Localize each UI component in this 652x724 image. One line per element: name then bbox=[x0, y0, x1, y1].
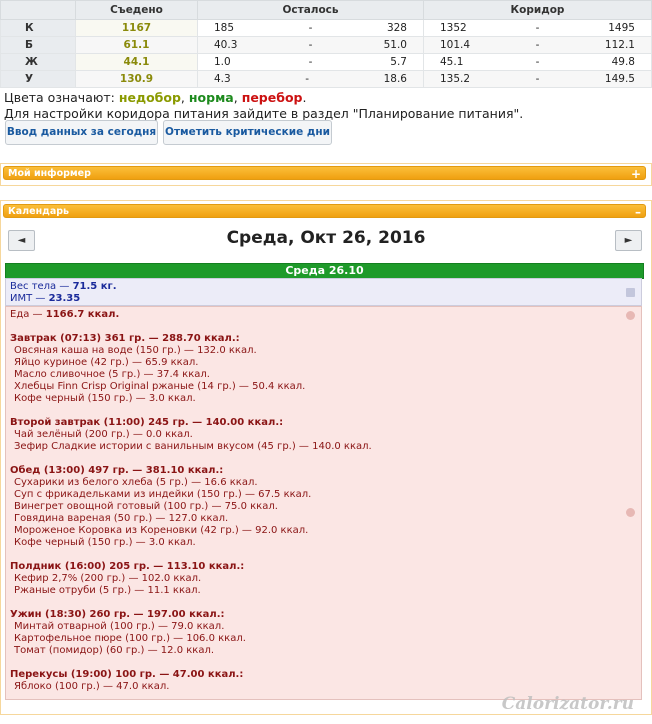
left-range: 185-328 bbox=[197, 19, 424, 37]
meal-item: Мороженое Коровка из Кореновки (42 гр.) … bbox=[14, 525, 309, 536]
weight-line: Вес тела — 71.5 кг. bbox=[10, 281, 117, 292]
row-label: Б bbox=[0, 36, 76, 54]
eaten-value: 1167 bbox=[75, 19, 198, 37]
bmi-line: ИМТ — 23.35 bbox=[10, 293, 81, 304]
meal-item: Яйцо куриное (42 гр.) — 65.9 ккал. bbox=[14, 357, 199, 368]
left-range: 1.0-5.7 bbox=[197, 53, 424, 71]
meal-title: Завтрак (07:13) 361 гр. — 288.70 ккал.: bbox=[10, 333, 240, 344]
calendar-panel-title: Календарь bbox=[8, 206, 70, 217]
food-icon[interactable] bbox=[626, 311, 635, 320]
eaten-value: 130.9 bbox=[75, 70, 198, 88]
meal-item: Картофельное пюре (100 гр.) — 106.0 ккал… bbox=[14, 633, 246, 644]
legend-line: Цвета означают: недобор, норма, перебор. bbox=[4, 90, 307, 105]
summary-header-eaten: Съедено bbox=[75, 0, 198, 20]
eaten-value: 61.1 bbox=[75, 36, 198, 54]
calendar-panel-header[interactable]: Календарь – bbox=[3, 204, 646, 219]
meal-item: Суп с фрикадельками из индейки (150 гр.)… bbox=[14, 489, 312, 500]
eaten-value: 44.1 bbox=[75, 53, 198, 71]
summary-row-u: У 130.9 4.3-18.6 135.2-149.5 bbox=[0, 70, 652, 88]
corridor-range: 45.1-49.8 bbox=[423, 53, 652, 71]
next-day-button[interactable]: ► bbox=[615, 230, 642, 251]
calendar-date-title: Среда, Окт 26, 2016 bbox=[226, 228, 426, 248]
meal-title: Полдник (16:00) 205 гр. — 113.10 ккал.: bbox=[10, 561, 245, 572]
legend-over: перебор bbox=[241, 90, 303, 105]
meal-title: Перекусы (19:00) 100 гр. — 47.00 ккал.: bbox=[10, 669, 244, 680]
weight-value: 71.5 кг. bbox=[72, 281, 117, 292]
informer-panel-title: Мой информер bbox=[8, 168, 91, 179]
summary-header-blank bbox=[0, 0, 76, 20]
left-range: 40.3-51.0 bbox=[197, 36, 424, 54]
food-icon[interactable] bbox=[626, 508, 635, 517]
meal-item: Минтай отварной (100 гр.) — 79.0 ккал. bbox=[14, 621, 225, 632]
bmi-value: 23.35 bbox=[48, 293, 81, 304]
meal-item: Томат (помидор) (60 гр.) — 12.0 ккал. bbox=[14, 645, 215, 656]
left-range: 4.3-18.6 bbox=[197, 70, 424, 88]
meal-item: Зефир Сладкие истории с ванильным вкусом… bbox=[14, 441, 372, 452]
color-legend: Цвета означают: недобор, норма, перебор.… bbox=[4, 90, 523, 122]
corridor-range: 135.2-149.5 bbox=[423, 70, 652, 88]
meal-item: Кофе черный (150 гр.) — 3.0 ккал. bbox=[14, 537, 196, 548]
meal-item: Яблоко (100 гр.) — 47.0 ккал. bbox=[14, 681, 170, 692]
day-header: Среда 26.10 bbox=[5, 263, 644, 279]
corridor-range: 1352-1495 bbox=[423, 19, 652, 37]
row-label: У bbox=[0, 70, 76, 88]
meal-title: Второй завтрак (11:00) 245 гр. — 140.00 … bbox=[10, 417, 284, 428]
meal-item: Говядина вареная (50 гр.) — 127.0 ккал. bbox=[14, 513, 229, 524]
food-total-value: 1166.7 ккал. bbox=[45, 309, 120, 320]
corridor-range: 101.4-112.1 bbox=[423, 36, 652, 54]
summary-header-corridor: Коридор bbox=[423, 0, 652, 20]
meal-item: Овсяная каша на воде (150 гр.) — 132.0 к… bbox=[14, 345, 257, 356]
legend-prefix: Цвета означают: bbox=[4, 90, 115, 105]
summary-row-k: К 1167 185-328 1352-1495 bbox=[0, 19, 652, 37]
summary-row-zh: Ж 44.1 1.0-5.7 45.1-49.8 bbox=[0, 53, 652, 71]
legend-under: недобор bbox=[118, 90, 181, 105]
food-total-line: Еда — 1166.7 ккал. bbox=[10, 309, 120, 320]
site-watermark: Calorizator.ru bbox=[501, 694, 634, 714]
summary-row-b: Б 61.1 40.3-51.0 101.4-112.1 bbox=[0, 36, 652, 54]
nutrition-summary-table: Съедено Осталось Коридор К 1167 185-328 … bbox=[0, 0, 652, 88]
body-stats-block: Вес тела — 71.5 кг. ИМТ — 23.35 bbox=[5, 278, 642, 306]
food-diary-block: Еда — 1166.7 ккал. Завтрак (07:13) 361 г… bbox=[5, 306, 642, 700]
scale-icon[interactable] bbox=[626, 288, 635, 297]
meal-item: Кофе черный (150 гр.) — 3.0 ккал. bbox=[14, 393, 196, 404]
meal-item: Ржаные отруби (5 гр.) — 11.1 ккал. bbox=[14, 585, 201, 596]
meal-item: Винегрет овощной готовый (100 гр.) — 75.… bbox=[14, 501, 278, 512]
legend-norm: норма bbox=[188, 90, 234, 105]
enter-today-button[interactable]: Ввод данных за сегодня bbox=[5, 120, 158, 145]
mark-critical-days-button[interactable]: Отметить критические дни bbox=[163, 120, 332, 145]
meal-title: Ужин (18:30) 260 гр. — 197.00 ккал.: bbox=[10, 609, 225, 620]
row-label: К bbox=[0, 19, 76, 37]
meal-item: Хлебцы Finn Crisp Original ржаные (14 гр… bbox=[14, 381, 306, 392]
meal-item: Сухарики из белого хлеба (5 гр.) — 16.6 … bbox=[14, 477, 258, 488]
meal-item: Масло сливочное (5 гр.) — 37.4 ккал. bbox=[14, 369, 210, 380]
row-label: Ж bbox=[0, 53, 76, 71]
meal-item: Чай зелёный (200 гр.) — 0.0 ккал. bbox=[14, 429, 193, 440]
collapse-icon[interactable]: – bbox=[635, 205, 641, 219]
expand-icon[interactable]: + bbox=[631, 167, 641, 181]
informer-panel-header[interactable]: Мой информер + bbox=[3, 166, 646, 181]
meal-title: Обед (13:00) 497 гр. — 381.10 ккал.: bbox=[10, 465, 224, 476]
summary-header-left: Осталось bbox=[197, 0, 424, 20]
meal-item: Кефир 2,7% (200 гр.) — 102.0 ккал. bbox=[14, 573, 202, 584]
summary-header-row: Съедено Осталось Коридор bbox=[0, 0, 652, 20]
